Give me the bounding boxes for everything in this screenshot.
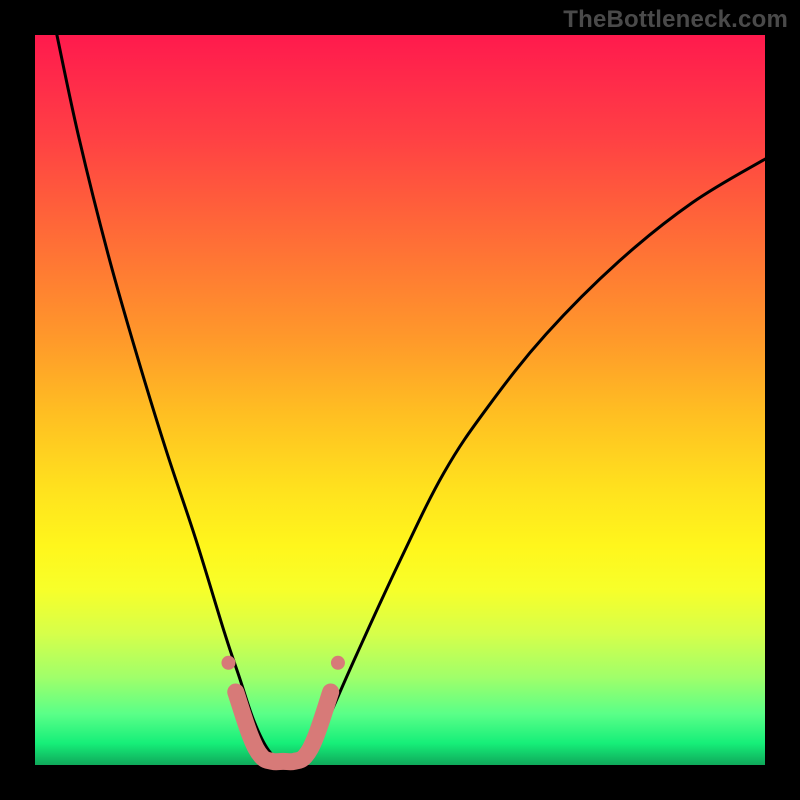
outer-frame: TheBottleneck.com bbox=[0, 0, 800, 800]
watermark-text: TheBottleneck.com bbox=[563, 6, 788, 34]
optimal-band-dot-left bbox=[221, 656, 235, 670]
optimal-band-dot-right bbox=[331, 656, 345, 670]
chart-svg bbox=[35, 35, 765, 765]
bottleneck-curve bbox=[57, 35, 765, 763]
curve-layer bbox=[57, 35, 765, 763]
optimal-band-path bbox=[236, 692, 331, 762]
marker-layer bbox=[221, 656, 345, 762]
